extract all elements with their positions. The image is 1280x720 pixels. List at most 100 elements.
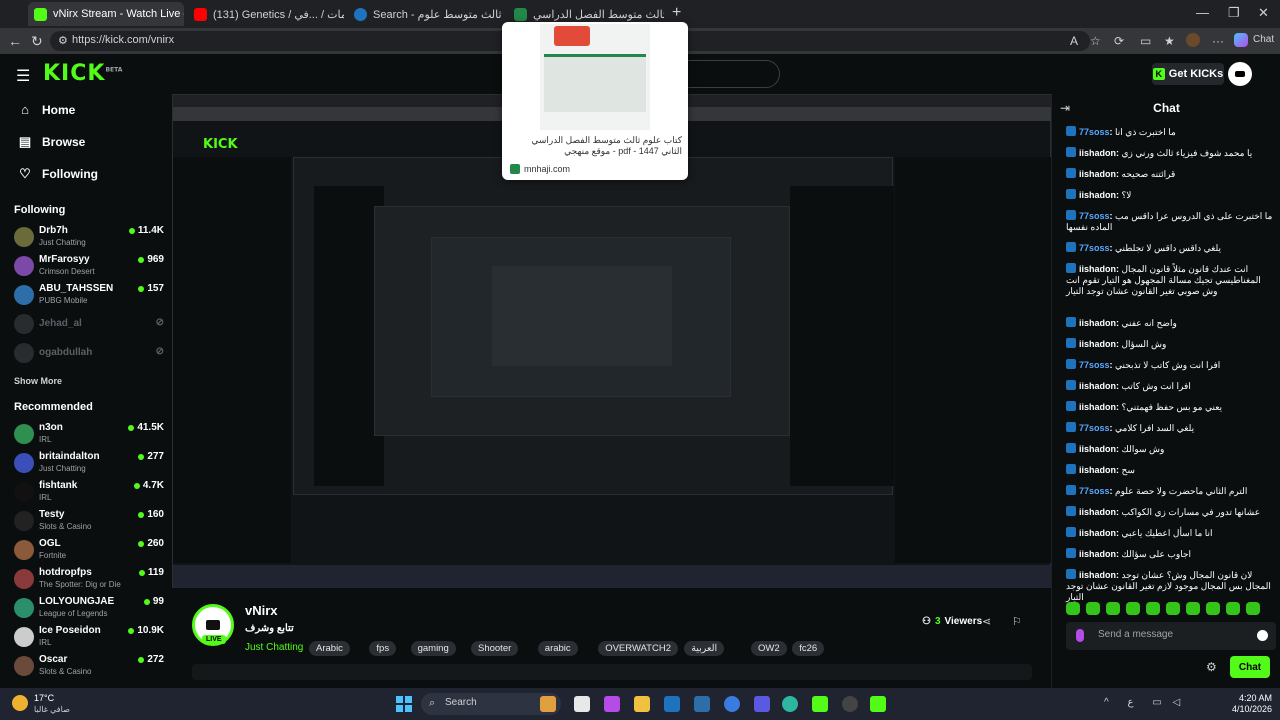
chat-username[interactable]: iishadon — [1079, 444, 1116, 454]
store-icon[interactable] — [664, 696, 680, 712]
emoji-icon[interactable] — [1257, 630, 1268, 641]
channel-item[interactable]: OGL Fortnite 260 — [14, 537, 164, 565]
chat-username[interactable]: 77soss — [1079, 486, 1110, 496]
maximize-button[interactable]: ❐ — [1228, 5, 1240, 21]
sidebar-item-home[interactable]: ⌂ Home — [18, 102, 75, 117]
chat-username[interactable]: iishadon — [1079, 381, 1116, 391]
chat-username[interactable]: iishadon — [1079, 318, 1116, 328]
emote-icon[interactable] — [1126, 602, 1140, 615]
task-view-icon[interactable] — [574, 696, 590, 712]
channel-item[interactable]: MrFarosyy Crimson Desert 969 — [14, 253, 164, 281]
show-more-button[interactable]: Show More — [14, 376, 62, 386]
back-button[interactable]: ← — [8, 33, 22, 49]
new-tab-button[interactable]: + — [672, 4, 681, 22]
app-icon[interactable] — [604, 696, 620, 712]
system-tray[interactable]: ^ ع ▭ ◁ — [1104, 697, 1180, 708]
chat-username[interactable]: 77soss — [1079, 211, 1110, 221]
stream-tag[interactable]: Shooter — [471, 641, 519, 656]
channel-item[interactable]: n3on IRL 41.5K — [14, 421, 164, 449]
chat-username[interactable]: iishadon — [1079, 528, 1116, 538]
stream-tag[interactable]: fc26 — [792, 641, 825, 656]
refresh-button[interactable]: ↻ — [31, 33, 43, 50]
chat-username[interactable]: iishadon — [1079, 465, 1116, 475]
file-explorer-icon[interactable] — [634, 696, 650, 712]
horizontal-scrollbar[interactable] — [192, 664, 1032, 680]
stream-tag[interactable]: OW2 — [751, 641, 787, 656]
gear-icon[interactable]: ⚙ — [1206, 660, 1217, 674]
tab-kick[interactable]: vNirx Stream - Watch Live on Kick ✕ — [28, 2, 184, 26]
language-indicator[interactable]: ع — [1127, 697, 1133, 708]
chat-username[interactable]: iishadon — [1079, 264, 1116, 274]
channel-item[interactable]: Oscar Slots & Casino 272 — [14, 653, 164, 681]
emote-icon[interactable] — [1166, 602, 1180, 615]
widget-app-icon[interactable] — [540, 696, 556, 712]
start-button[interactable] — [396, 696, 412, 712]
send-chat-button[interactable]: Chat — [1230, 656, 1270, 678]
discord-icon[interactable] — [754, 696, 770, 712]
extensions-icon[interactable]: ⟳ — [1114, 34, 1124, 48]
sidebar-item-following[interactable]: ♡ Following — [18, 166, 98, 182]
chat-username[interactable]: iishadon — [1079, 148, 1116, 158]
chat-username[interactable]: iishadon — [1079, 570, 1116, 580]
copilot-icon[interactable] — [1234, 33, 1248, 47]
edge-icon[interactable] — [782, 696, 798, 712]
site-info-icon[interactable]: ⚙ — [58, 34, 68, 47]
stream-tag[interactable]: arabic — [537, 641, 578, 656]
chat-username[interactable]: iishadon — [1079, 507, 1116, 517]
channel-item[interactable]: Testy Slots & Casino 160 — [14, 508, 164, 536]
chat-username[interactable]: 77soss — [1079, 127, 1110, 137]
share-icon[interactable]: ⋖ — [982, 615, 991, 628]
user-avatar[interactable] — [1228, 62, 1252, 86]
chat-username[interactable]: 77soss — [1079, 243, 1110, 253]
clock[interactable]: 4:20 AM 4/10/2026 — [1212, 693, 1272, 715]
tab-youtube[interactable]: (131) Genetics / الكروموسومات / ...في ✕ — [188, 2, 344, 26]
chat-username[interactable]: iishadon — [1079, 549, 1116, 559]
network-icon[interactable]: ▭ — [1152, 697, 1161, 708]
volume-icon[interactable]: ◁ — [1172, 697, 1180, 708]
stream-tag[interactable]: gaming — [410, 641, 456, 656]
channel-item[interactable]: Jehad_al ⊘ — [14, 311, 164, 339]
stream-tag[interactable]: Arabic — [309, 641, 350, 656]
channel-item[interactable]: ABU_TAHSSEN PUBG Mobile 157 — [14, 282, 164, 310]
emote-icon[interactable] — [1066, 602, 1080, 615]
channel-item[interactable]: Drb7h Just Chatting 11.4K — [14, 224, 164, 252]
kick-logo[interactable]: KICKBETA — [43, 61, 122, 86]
favorite-icon[interactable]: ☆ — [1090, 34, 1101, 48]
chat-username[interactable]: iishadon — [1079, 339, 1116, 349]
channel-item[interactable]: ogabdullah ⊘ — [14, 340, 164, 368]
minimize-button[interactable]: — — [1196, 5, 1209, 20]
chat-username[interactable]: 77soss — [1079, 360, 1110, 370]
chat-username[interactable]: iishadon — [1079, 190, 1116, 200]
sidebar-item-browse[interactable]: ▤ Browse — [18, 134, 86, 150]
emote-icon[interactable] — [1206, 602, 1220, 615]
emote-icon[interactable] — [1106, 602, 1120, 615]
app-icon[interactable] — [812, 696, 828, 712]
stream-category[interactable]: Just Chatting — [245, 642, 303, 653]
chat-username[interactable]: 77soss — [1079, 423, 1110, 433]
split-screen-icon[interactable]: ▭ — [1140, 34, 1151, 48]
emote-icon[interactable] — [1246, 602, 1260, 615]
get-kicks-button[interactable]: K Get KICKs — [1152, 63, 1224, 85]
stream-tag[interactable]: العربية — [684, 641, 725, 656]
emote-icon[interactable] — [1146, 602, 1160, 615]
copilot-chat-label[interactable]: Chat — [1253, 34, 1274, 45]
menu-icon[interactable]: ☰ — [16, 66, 30, 86]
channel-item[interactable]: britaindalton Just Chatting 277 — [14, 450, 164, 478]
stream-tag[interactable]: fps — [369, 641, 397, 656]
close-window-button[interactable]: ✕ — [1258, 5, 1269, 21]
profile-icon[interactable] — [1186, 33, 1200, 47]
obs-icon[interactable] — [842, 696, 858, 712]
chat-input[interactable]: Send a message — [1066, 622, 1276, 650]
streamer-name[interactable]: vNirx — [245, 603, 278, 618]
channel-item[interactable]: fishtank IRL 4.7K — [14, 479, 164, 507]
channel-item[interactable]: hotdropfps The Spotter: Dig or Die 119 — [14, 566, 164, 594]
emote-icon[interactable] — [1086, 602, 1100, 615]
tab-search[interactable]: Search - كتاب ثالث متوسط علوم ✕ — [348, 2, 504, 26]
emote-icon[interactable] — [1226, 602, 1240, 615]
follow-icon[interactable]: ⚐ — [1012, 615, 1022, 628]
more-menu-icon[interactable]: ··· — [1212, 34, 1224, 48]
microphone-icon[interactable] — [1076, 629, 1084, 642]
app-icon[interactable] — [724, 696, 740, 712]
emote-icon[interactable] — [1186, 602, 1200, 615]
favorites-bar-icon[interactable]: ★ — [1164, 34, 1175, 48]
